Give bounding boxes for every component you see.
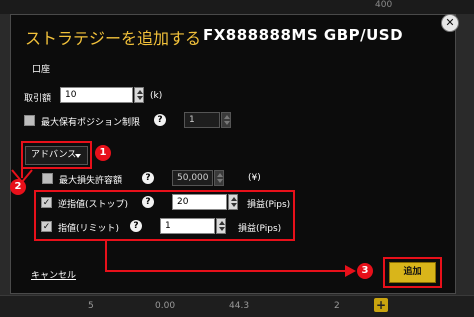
account-label: 口座 xyxy=(32,65,51,75)
max-loss-input[interactable]: 50,000 xyxy=(172,170,213,186)
max-positions-label: 最大保有ポジション制限 xyxy=(41,118,141,128)
annotation-badge-1: 1 xyxy=(95,145,111,161)
close-icon[interactable]: ✕ xyxy=(441,14,459,32)
lot-input[interactable]: 10 xyxy=(60,87,133,103)
max-loss-label: 最大損失許容額 xyxy=(59,176,123,186)
background-header-strip: 400 xyxy=(0,0,474,14)
help-icon[interactable]: ? xyxy=(154,114,166,126)
background-cell: 0.00 xyxy=(155,301,176,311)
background-value: 400 xyxy=(375,0,393,10)
background-cell: 44.3 xyxy=(229,301,250,311)
cancel-link[interactable]: キャンセル xyxy=(31,268,76,281)
max-loss-unit: (¥) xyxy=(248,173,261,183)
background-cell: 5 xyxy=(88,301,94,311)
help-icon[interactable]: ? xyxy=(142,172,154,184)
background-add-icon[interactable]: + xyxy=(374,298,388,312)
dialog-title: ストラテジーを追加する xyxy=(25,29,202,48)
lot-stepper[interactable] xyxy=(134,87,144,103)
max-positions-stepper[interactable] xyxy=(221,112,231,128)
max-positions-checkbox[interactable] xyxy=(24,115,35,126)
annotation-badge-2: 2 xyxy=(10,179,26,195)
highlight-stop-limit xyxy=(34,190,295,241)
lot-label: 取引額 xyxy=(24,94,52,104)
background-cell: 2 xyxy=(334,301,340,311)
max-loss-stepper[interactable] xyxy=(214,170,224,186)
max-loss-checkbox[interactable] xyxy=(42,173,53,184)
highlight-add-button xyxy=(383,257,442,288)
annotation-badge-3: 3 xyxy=(357,263,373,279)
lot-unit: (k) xyxy=(150,91,163,101)
highlight-advanced xyxy=(21,141,92,169)
background-table-row: 5 0.00 44.3 2 xyxy=(0,295,474,317)
max-positions-input[interactable]: 1 xyxy=(184,112,220,128)
dialog-symbol: FX888888MS GBP/USD xyxy=(203,26,404,44)
